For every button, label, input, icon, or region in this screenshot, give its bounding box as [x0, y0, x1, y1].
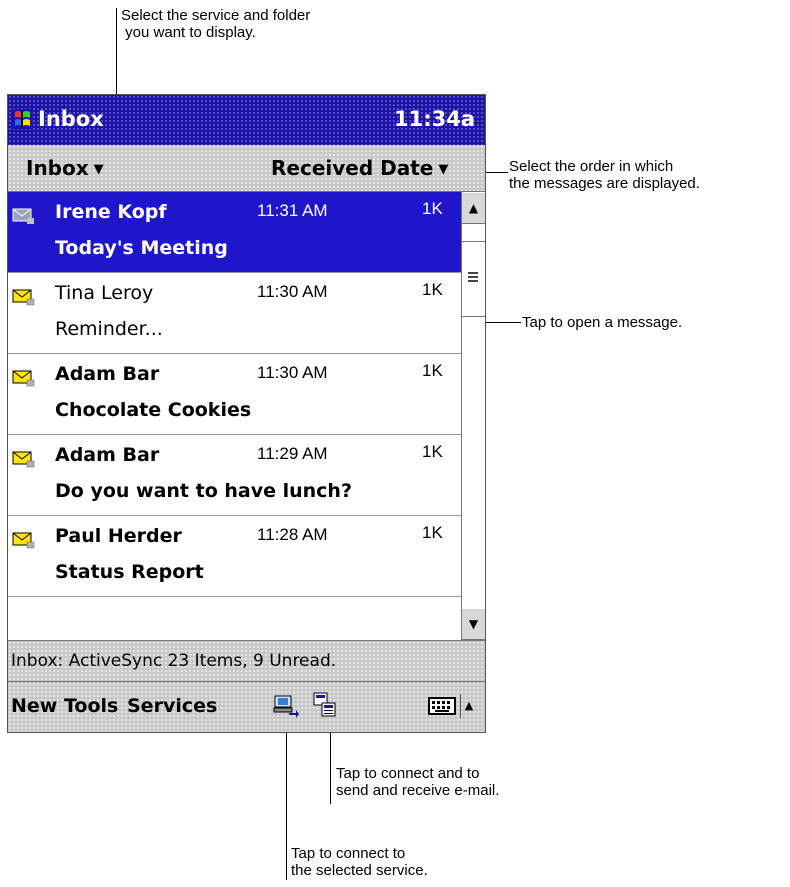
message-sender: Adam Bar	[55, 444, 160, 466]
sort-caret-down-icon: ▼	[438, 162, 449, 177]
scroll-track[interactable]	[462, 224, 485, 608]
callout-line-order	[486, 172, 508, 173]
message-size: 1K	[422, 442, 443, 461]
message-time: 11:29 AM	[257, 444, 328, 463]
message-sender: Adam Bar	[55, 363, 160, 385]
message-subject: Chocolate Cookies	[55, 399, 252, 421]
envelope-icon	[12, 451, 35, 468]
callout-tap-open: Tap to open a message.	[522, 314, 683, 331]
pocket-pc-screen: Inbox 11:34a Inbox ▼ Received Date ▼ Irene…	[7, 94, 486, 733]
message-subject: Reminder...	[55, 318, 163, 340]
scroll-up-arrow-icon[interactable]: ▲	[462, 192, 485, 224]
message-row[interactable]: Paul Herder 11:28 AM 1K Status Report	[8, 516, 461, 597]
scroll-down-arrow-icon[interactable]: ▼	[462, 608, 485, 640]
tools-menu[interactable]: Tools	[64, 695, 118, 717]
sort-order-label: Received Date	[271, 156, 434, 180]
status-text: Inbox: ActiveSync 23 Items, 9 Unread.	[11, 651, 337, 671]
envelope-icon	[12, 289, 35, 306]
callout-tap-connect: Tap to connect to the selected service.	[291, 845, 428, 879]
message-time: 11:30 AM	[257, 363, 328, 382]
message-sender: Paul Herder	[55, 525, 182, 547]
message-subject: Status Report	[55, 561, 204, 583]
message-time: 11:30 AM	[257, 282, 328, 301]
command-bar: New Tools Services ▲	[8, 682, 485, 732]
message-time: 11:28 AM	[257, 525, 328, 544]
message-list: Irene Kopf 11:31 AM 1K Today's Meeting T…	[8, 192, 461, 640]
status-bar: Inbox: ActiveSync 23 Items, 9 Unread.	[8, 640, 485, 682]
sort-order-dropdown[interactable]: Received Date ▼	[271, 156, 448, 180]
scroll-thumb[interactable]	[462, 241, 485, 317]
message-size: 1K	[422, 280, 443, 299]
send-receive-icon[interactable]	[313, 692, 337, 718]
envelope-icon	[12, 208, 34, 224]
keyboard-icon[interactable]	[428, 697, 456, 715]
services-menu[interactable]: Services	[127, 695, 217, 717]
input-panel-arrow-icon[interactable]: ▲	[460, 694, 477, 718]
envelope-icon	[12, 370, 35, 387]
message-sender: Irene Kopf	[55, 201, 167, 223]
message-subject: Today's Meeting	[55, 237, 228, 259]
message-row[interactable]: Tina Leroy 11:30 AM 1K Reminder...	[8, 273, 461, 354]
scroll-grip-icon	[468, 272, 478, 282]
windows-flag-icon[interactable]	[12, 108, 34, 130]
connect-icon[interactable]	[273, 694, 299, 718]
new-menu[interactable]: New	[11, 695, 57, 717]
clock[interactable]: 11:34a	[394, 107, 475, 131]
callout-tap-send-receive: Tap to connect and to send and receive e…	[336, 765, 500, 799]
message-row[interactable]: Adam Bar 11:29 AM 1K Do you want to have…	[8, 435, 461, 516]
message-subject: Do you want to have lunch?	[55, 480, 352, 502]
callout-select-order: Select the order in which the messages a…	[509, 158, 700, 192]
message-time: 11:31 AM	[257, 201, 328, 220]
message-size: 1K	[422, 199, 443, 218]
callout-select-service: Select the service and folder you want t…	[121, 7, 311, 41]
callout-line-connect	[286, 720, 287, 880]
message-row[interactable]: Adam Bar 11:30 AM 1K Chocolate Cookies	[8, 354, 461, 435]
envelope-icon	[12, 532, 35, 549]
folder-caret-down-icon: ▼	[93, 162, 104, 177]
folder-sort-bar: Inbox ▼ Received Date ▼	[8, 145, 485, 192]
message-list-scrollbar[interactable]: ▲ ▼	[461, 192, 485, 640]
message-row[interactable]: Irene Kopf 11:31 AM 1K Today's Meeting	[8, 192, 461, 273]
message-size: 1K	[422, 361, 443, 380]
title-bar: Inbox 11:34a	[8, 95, 485, 145]
folder-label: Inbox	[26, 156, 89, 180]
app-title: Inbox	[38, 107, 104, 131]
message-sender: Tina Leroy	[55, 282, 154, 304]
folder-dropdown[interactable]: Inbox ▼	[26, 156, 104, 180]
message-size: 1K	[422, 523, 443, 542]
